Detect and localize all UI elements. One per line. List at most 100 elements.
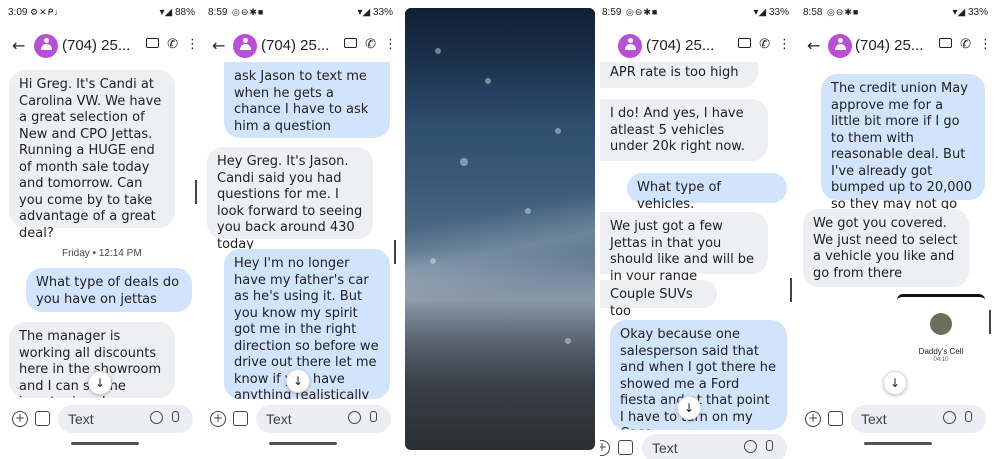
add-icon[interactable]: +: [805, 411, 821, 427]
more-options-icon[interactable]: ⋮: [384, 37, 397, 52]
message-outgoing[interactable]: What type of deals do you have on jettas: [26, 268, 192, 312]
more-options-icon[interactable]: ⋮: [979, 37, 992, 52]
mic-icon[interactable]: [370, 411, 377, 422]
message-outgoing[interactable]: The credit union May approve me for a li…: [821, 74, 985, 228]
add-icon[interactable]: +: [210, 411, 226, 427]
wifi-icon: ▾◢: [159, 7, 173, 18]
home-indicator: [70, 442, 139, 445]
header-actions: ✆ ⋮: [138, 37, 199, 52]
message-composer: + Text: [8, 405, 201, 435]
status-time: 8:59: [602, 7, 622, 18]
message-incoming[interactable]: We just got a few Jettas in that you sho…: [600, 212, 768, 284]
gallery-icon[interactable]: [35, 411, 50, 426]
conversation-panel-3: 8:59 ◎⊖✱■ ▾◢ 33% (704) 25... ✆ ⋮ APR rate…: [600, 0, 795, 459]
message-input[interactable]: Text: [851, 405, 986, 433]
conversation-panel-4: 8:58 ◎⊖✱■ ▾◢ 33% ← (704) 25... ✆ ⋮ The cr…: [801, 0, 994, 459]
add-icon[interactable]: +: [12, 411, 28, 427]
gallery-icon[interactable]: [828, 411, 843, 426]
status-time: 8:58: [803, 7, 823, 18]
message-incoming[interactable]: Couple SUVs too: [600, 280, 717, 319]
back-arrow-icon[interactable]: ←: [212, 36, 225, 55]
more-options-icon[interactable]: ⋮: [186, 37, 199, 52]
add-icon[interactable]: +: [600, 440, 610, 456]
card-avatar: [930, 313, 952, 335]
scrollbar[interactable]: [195, 180, 197, 204]
person-icon: [240, 38, 251, 50]
video-call-icon[interactable]: [146, 38, 160, 48]
contact-number[interactable]: (704) 25...: [62, 37, 130, 54]
conversation-header: ← (704) 25... ✆ ⋮: [801, 34, 994, 60]
conversation-header: ← (704) 25... ✆ ⋮: [206, 34, 399, 60]
notification-icons: ◎⊖✱■: [232, 7, 265, 17]
message-incoming[interactable]: I do! And yes, I have atleast 5 vehicles…: [600, 99, 768, 161]
status-bar: 3:09 ⚙✕ᑭ♩ ▾◢ 88%: [8, 7, 201, 21]
video-call-icon[interactable]: [939, 38, 953, 48]
message-incoming[interactable]: APR rate is too high: [600, 62, 758, 88]
scrollbar[interactable]: [989, 310, 991, 334]
back-arrow-icon[interactable]: ←: [12, 36, 25, 55]
message-outgoing[interactable]: ask Jason to text me when he gets a chan…: [224, 62, 390, 138]
battery-level: ▾◢ 88%: [159, 7, 195, 18]
avatar[interactable]: [34, 34, 58, 58]
status-time: 8:59: [208, 7, 228, 18]
more-options-icon[interactable]: ⋮: [778, 37, 791, 52]
conversation-panel-2: 8:59 ◎⊖✱■ ▾◢ 33% ← (704) 25... ✆ ⋮ ask Ja…: [206, 0, 399, 459]
emoji-icon[interactable]: [744, 440, 757, 453]
gallery-icon[interactable]: [233, 411, 248, 426]
mic-icon[interactable]: [965, 411, 972, 422]
person-icon: [835, 38, 846, 50]
message-input[interactable]: Text: [256, 405, 391, 433]
home-indicator: [268, 442, 337, 445]
conversation-header: ← (704) 25... ✆ ⋮: [8, 34, 201, 60]
emoji-icon[interactable]: [348, 411, 361, 424]
header-actions: ✆ ⋮: [931, 37, 992, 52]
back-arrow-icon[interactable]: ←: [807, 36, 820, 55]
phone-icon[interactable]: ✆: [759, 37, 770, 52]
conversation-header: (704) 25... ✆ ⋮: [600, 34, 795, 60]
phone-icon[interactable]: ✆: [167, 37, 178, 52]
message-input[interactable]: Text: [58, 405, 193, 433]
message-composer: + Text: [600, 434, 795, 459]
scroll-to-bottom-button[interactable]: ↓: [286, 369, 310, 393]
message-input[interactable]: Text: [642, 434, 787, 459]
contact-card[interactable]: Daddy's Cell 04:10: [897, 294, 985, 405]
header-actions: ✆ ⋮: [336, 37, 397, 52]
avatar[interactable]: [618, 34, 642, 58]
battery-level: ▾◢ 33%: [952, 7, 988, 18]
phone-icon[interactable]: ✆: [960, 37, 971, 52]
avatar[interactable]: [233, 34, 257, 58]
person-icon: [625, 38, 636, 50]
conversation-panel-1: 3:09 ⚙✕ᑭ♩ ▾◢ 88% ← (704) 25... ✆ ⋮ Hi Gre…: [8, 0, 201, 459]
message-outgoing[interactable]: What type of vehicles.: [627, 173, 787, 212]
battery-percent: 33%: [967, 7, 988, 18]
message-incoming[interactable]: We got you covered. We just need to sele…: [803, 209, 969, 287]
status-time: 3:09: [8, 7, 28, 18]
battery-percent: 33%: [372, 7, 393, 18]
emoji-icon[interactable]: [150, 411, 163, 424]
message-incoming[interactable]: Hi Greg. It's Candi at Carolina VW. We h…: [9, 70, 175, 241]
mic-icon[interactable]: [766, 440, 773, 451]
gallery-icon[interactable]: [618, 440, 633, 455]
avatar[interactable]: [828, 34, 852, 58]
emoji-icon[interactable]: [943, 411, 956, 424]
message-incoming[interactable]: Hey Greg. It's Jason. Candi said you had…: [207, 147, 373, 252]
person-icon: [41, 38, 52, 50]
scrollbar[interactable]: [394, 240, 396, 264]
mic-icon[interactable]: [172, 411, 179, 422]
status-bar: 8:58 ◎⊖✱■ ▾◢ 33%: [801, 7, 994, 21]
date-divider: Friday • 12:14 PM: [62, 248, 142, 259]
home-indicator: [863, 442, 932, 445]
car-window-photo: [405, 8, 595, 450]
scroll-to-bottom-button[interactable]: ↓: [677, 396, 701, 420]
scroll-to-bottom-button[interactable]: ↓: [88, 371, 112, 395]
scroll-to-bottom-button[interactable]: ↓: [883, 371, 907, 395]
contact-number[interactable]: (704) 25...: [855, 37, 923, 54]
scrollbar[interactable]: [790, 278, 792, 302]
contact-number[interactable]: (704) 25...: [261, 37, 329, 54]
battery-percent: 33%: [768, 7, 789, 18]
phone-icon[interactable]: ✆: [365, 37, 376, 52]
video-call-icon[interactable]: [344, 38, 358, 48]
notification-icons: ⚙✕ᑭ♩: [30, 7, 65, 17]
video-call-icon[interactable]: [738, 38, 752, 48]
contact-number[interactable]: (704) 25...: [646, 37, 714, 54]
